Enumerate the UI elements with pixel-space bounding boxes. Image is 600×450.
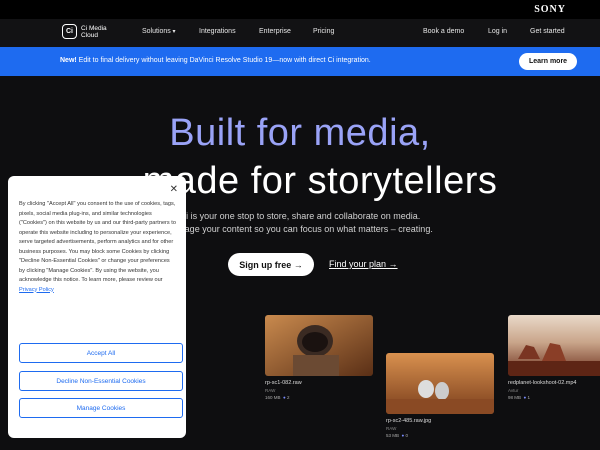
nav-integrations[interactable]: Integrations xyxy=(199,28,236,35)
media-name-1: rp-sc1-082.raw xyxy=(265,380,302,386)
media-meta-3: Avtur xyxy=(508,388,519,393)
comment-icon: ● xyxy=(283,395,286,400)
media-name-3: redplanet-lookshoot-02.mp4 xyxy=(508,380,577,386)
mars-astronauts-image xyxy=(386,353,494,414)
top-nav: Ci Ci Media Cloud Solutions Integrations… xyxy=(0,19,600,47)
close-icon[interactable]: ✕ xyxy=(170,184,178,195)
banner-new-label: New! xyxy=(60,57,77,64)
decline-cookies-button[interactable]: Decline Non-Essential Cookies xyxy=(19,371,183,391)
media-name-2: rp-sc2-485.raw.jpg xyxy=(386,418,432,424)
accept-all-button[interactable]: Accept All xyxy=(19,343,183,363)
book-demo-link[interactable]: Book a demo xyxy=(423,28,464,35)
media-thumbnail-2[interactable] xyxy=(386,353,494,414)
manage-cookies-button[interactable]: Manage Cookies xyxy=(19,398,183,418)
media-size-1: 160 MB ● 2 xyxy=(265,395,290,400)
cookie-notice-text: By clicking "Accept All" you consent to … xyxy=(19,201,176,293)
cookie-consent-dialog: ✕ By clicking "Accept All" you consent t… xyxy=(8,176,186,438)
media-thumbnail-3[interactable] xyxy=(508,315,600,376)
red-planet-landscape-image xyxy=(508,315,600,376)
login-link[interactable]: Log in xyxy=(488,28,507,35)
privacy-policy-link[interactable]: Privacy Policy xyxy=(19,287,54,293)
comment-icon: ● xyxy=(523,395,527,400)
sony-logo[interactable]: SONY xyxy=(534,4,566,15)
announcement-banner: New! Edit to final delivery without leav… xyxy=(0,47,600,76)
media-meta-2: RAW xyxy=(386,426,397,431)
media-size-2: 53 MB ● 0 xyxy=(386,433,409,438)
sony-bar: SONY xyxy=(0,0,600,19)
nav-enterprise[interactable]: Enterprise xyxy=(259,28,291,35)
sign-up-free-button[interactable]: Sign up free → xyxy=(228,253,314,276)
brand-logo[interactable]: Ci Ci Media Cloud xyxy=(62,24,115,39)
get-started-link[interactable]: Get started xyxy=(530,28,565,35)
brand-name: Ci Media Cloud xyxy=(81,24,107,39)
banner-text: New! Edit to final delivery without leav… xyxy=(60,57,371,64)
learn-more-button[interactable]: Learn more xyxy=(519,53,577,70)
nav-pricing[interactable]: Pricing xyxy=(313,28,334,35)
media-meta-1: RAW xyxy=(265,388,276,393)
ci-logo-icon: Ci xyxy=(62,24,77,39)
comment-icon: ● xyxy=(401,433,405,438)
media-size-3: 98 MB ● 1 xyxy=(508,395,531,400)
astronaut-image xyxy=(265,315,373,376)
nav-solutions[interactable]: Solutions xyxy=(142,28,175,35)
media-thumbnail-1[interactable] xyxy=(265,315,373,376)
find-plan-link[interactable]: Find your plan → xyxy=(329,259,398,269)
hero-title-line1: Built for media, xyxy=(169,112,431,154)
